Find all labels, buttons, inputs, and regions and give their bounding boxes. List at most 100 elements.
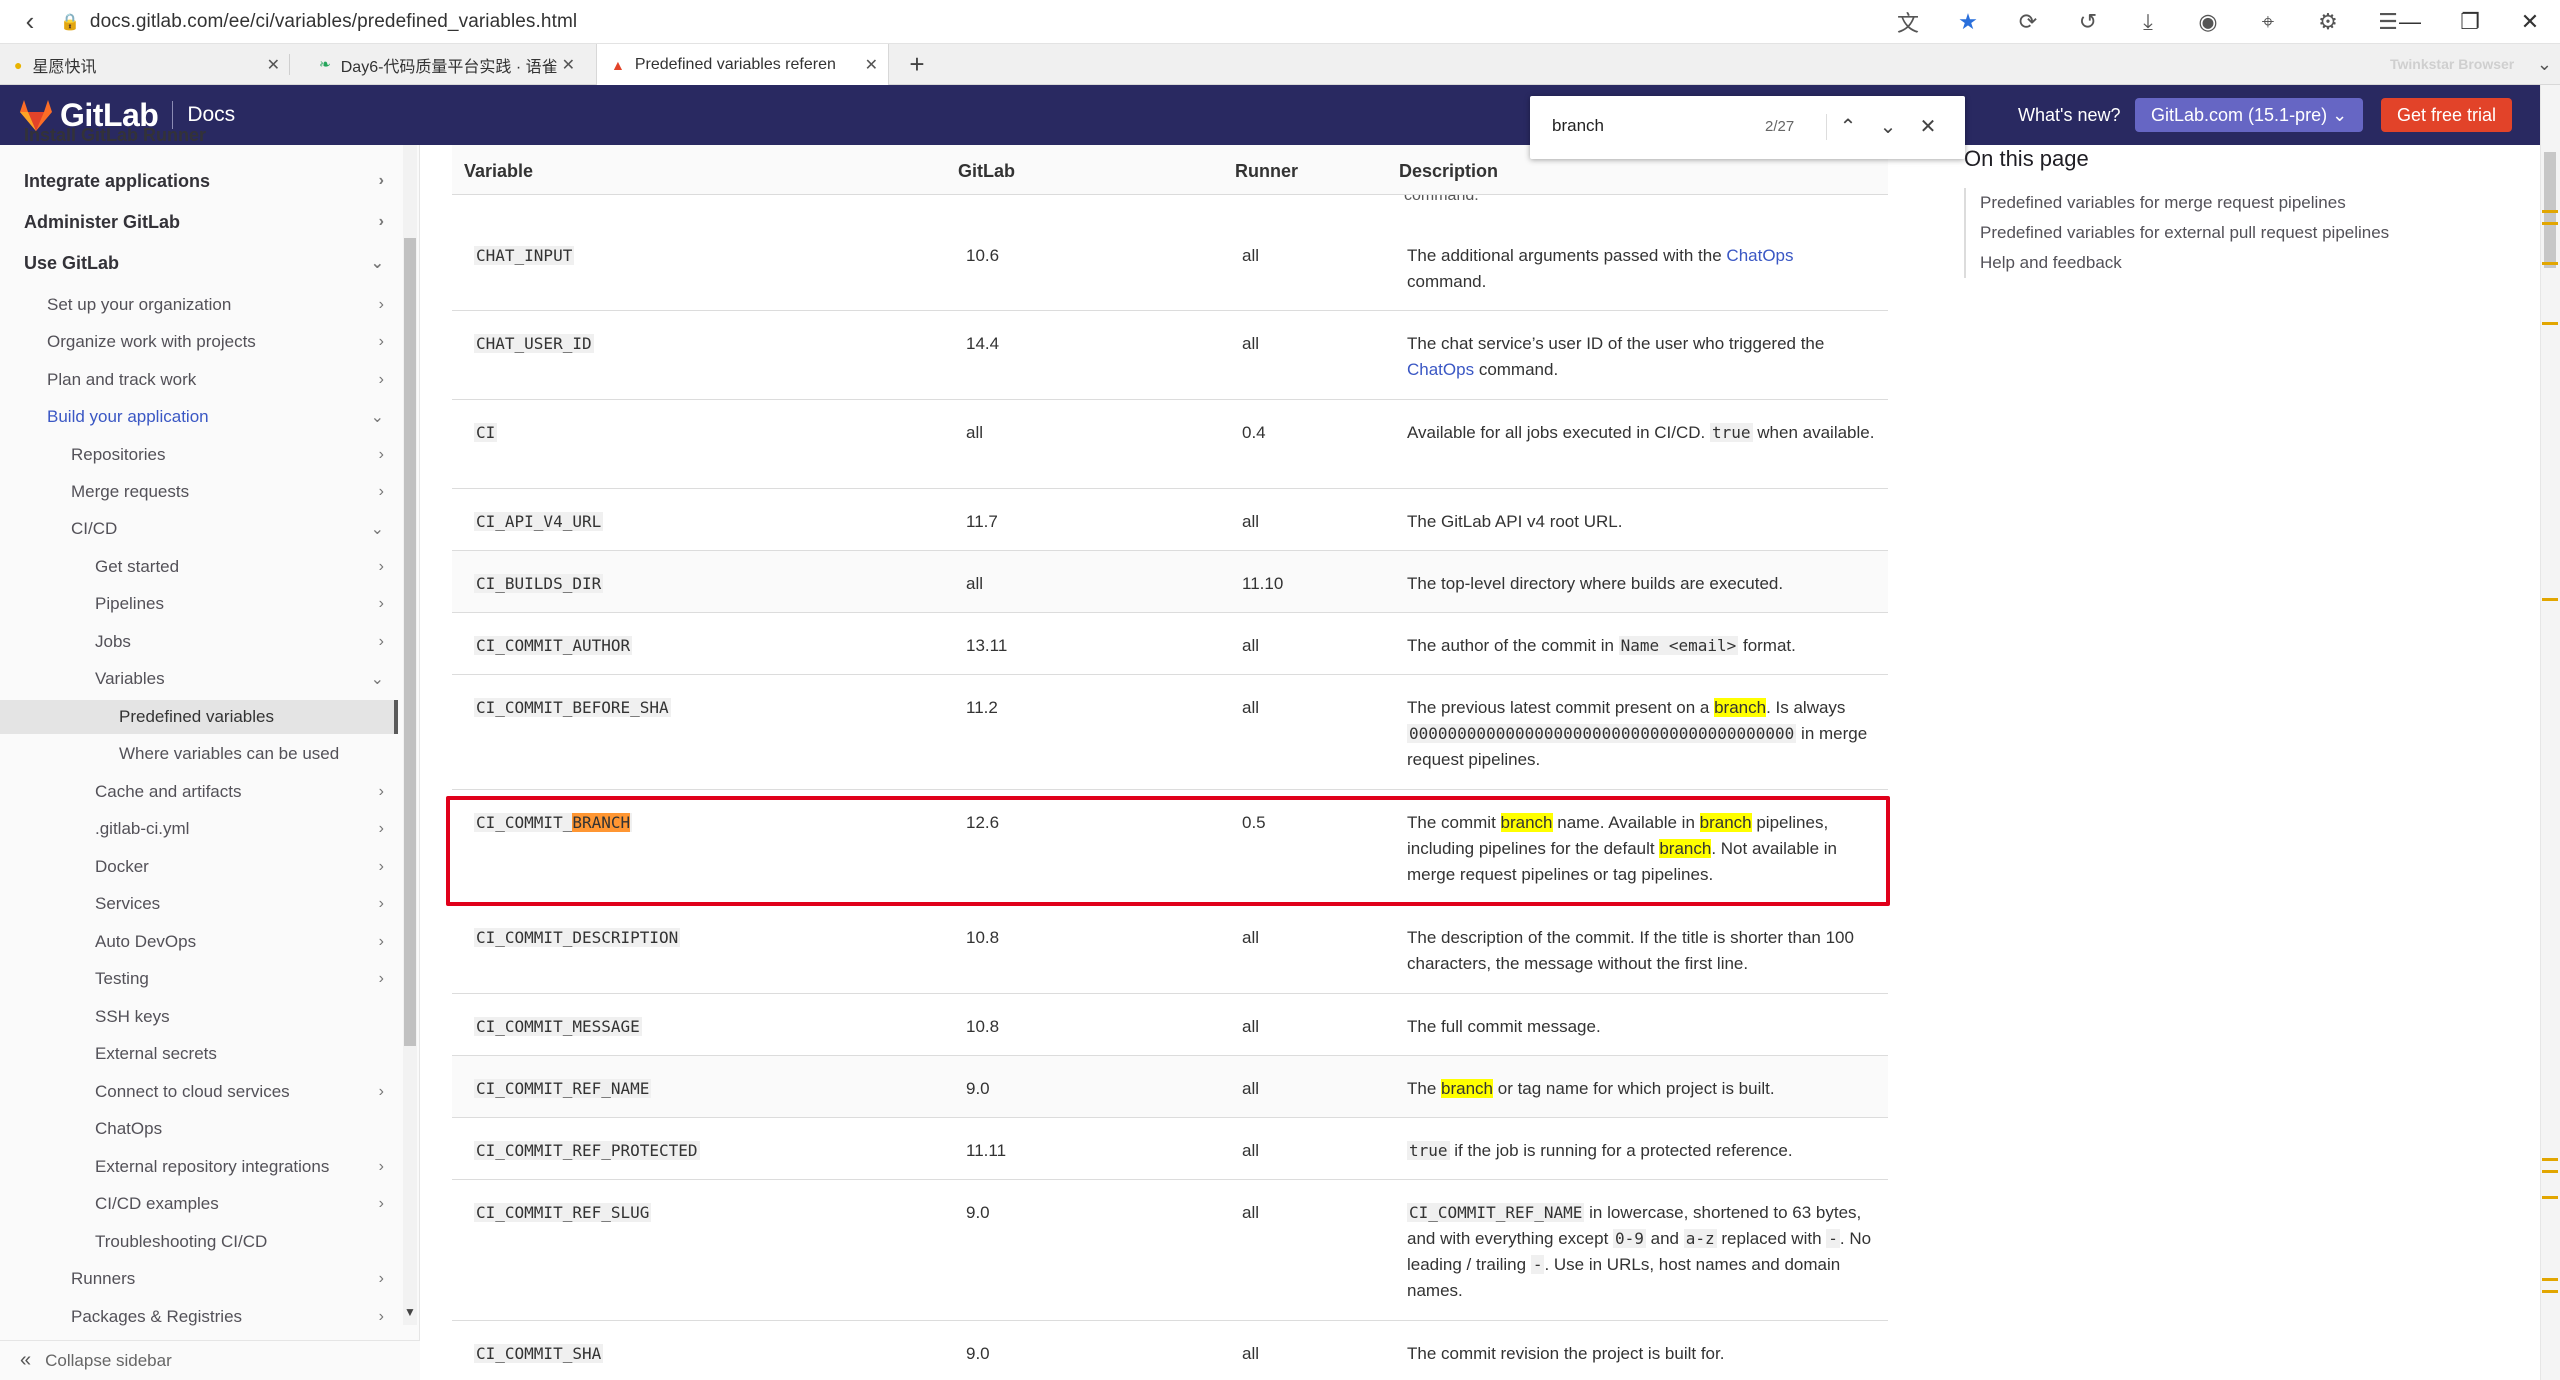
back-icon[interactable]: ‹ — [0, 6, 60, 37]
close-window-icon[interactable]: ✕ — [2500, 0, 2560, 44]
sidebar-item-where-variables-can-be-used[interactable]: Where variables can be used — [0, 737, 398, 771]
close-tab-icon[interactable]: ✕ — [267, 55, 280, 75]
new-tab-icon[interactable]: + — [900, 44, 934, 85]
sidebar-item-organize-work-with-projects[interactable]: Organize work with projects › — [0, 325, 398, 359]
close-tab-icon[interactable]: ✕ — [562, 55, 575, 75]
restore-icon[interactable]: ❐ — [2440, 0, 2500, 44]
crop-icon[interactable]: ⌖ — [2238, 9, 2298, 35]
chevron-right-icon[interactable]: › — [379, 172, 384, 190]
whats-new-link[interactable]: What's new? — [2018, 85, 2120, 145]
chevron-right-icon[interactable]: › — [379, 933, 384, 951]
sidebar-item-set-up-your-organization[interactable]: Set up your organization › — [0, 288, 398, 322]
chevron-right-icon[interactable]: › — [379, 333, 384, 351]
close-tab-icon[interactable]: ✕ — [865, 55, 878, 75]
chevron-right-icon[interactable]: › — [379, 820, 384, 838]
find-marker — [2542, 1278, 2558, 1281]
url-text[interactable]: docs.gitlab.com/ee/ci/variables/predefin… — [90, 11, 577, 33]
sidebar-item-gitlab-ci-yml[interactable]: .gitlab-ci.yml › — [0, 812, 398, 846]
bookmark-star-icon[interactable]: ★ — [1938, 9, 1998, 35]
sidebar-item-services[interactable]: Services › — [0, 887, 398, 921]
find-next-icon[interactable]: ⌄ — [1873, 110, 1903, 144]
chevron-right-icon[interactable]: › — [379, 970, 384, 988]
gitlab-tanuki-icon[interactable] — [18, 98, 54, 132]
refresh-icon[interactable]: ⟳ — [1998, 9, 2058, 35]
sidebar-item-ci-cd[interactable]: CI/CD ⌄ — [0, 512, 398, 546]
sidebar-item-runners[interactable]: Runners › — [0, 1262, 398, 1296]
sidebar-item-merge-requests[interactable]: Merge requests › — [0, 475, 398, 509]
page-scrollbar[interactable] — [2540, 85, 2560, 1380]
find-input[interactable]: branch — [1552, 116, 1604, 136]
sidebar-item-auto-devops[interactable]: Auto DevOps › — [0, 925, 398, 959]
sidebar-item-plan-and-track-work[interactable]: Plan and track work › — [0, 363, 398, 397]
undo-icon[interactable]: ↺ — [2058, 9, 2118, 35]
sidebar-item-cache-and-artifacts[interactable]: Cache and artifacts › — [0, 775, 398, 809]
sidebar-item-connect-to-cloud-services[interactable]: Connect to cloud services › — [0, 1075, 398, 1109]
chevron-down-icon[interactable]: ⌄ — [371, 407, 384, 427]
chevron-right-icon[interactable]: › — [379, 633, 384, 651]
otp-link-external-pr[interactable]: Predefined variables for external pull r… — [1966, 218, 2389, 248]
otp-link-help[interactable]: Help and feedback — [1966, 248, 2389, 278]
chevron-down-icon[interactable]: ⌄ — [371, 669, 384, 689]
collapse-sidebar-button[interactable]: « Collapse sidebar — [0, 1340, 420, 1380]
sidebar-item-ssh-keys[interactable]: SSH keys — [0, 1000, 398, 1034]
chevron-right-icon[interactable]: › — [379, 213, 384, 231]
sidebar-item-jobs[interactable]: Jobs › — [0, 625, 398, 659]
description-text: and — [1645, 1229, 1684, 1248]
chevron-right-icon[interactable]: › — [379, 446, 384, 464]
chevron-right-icon[interactable]: › — [379, 858, 384, 876]
download-icon[interactable]: ⤓ — [2118, 9, 2178, 35]
sidebar-item-variables[interactable]: Variables ⌄ — [0, 662, 398, 696]
otp-link-merge-request[interactable]: Predefined variables for merge request p… — [1966, 188, 2389, 218]
chevron-right-icon[interactable]: › — [379, 595, 384, 613]
find-prev-icon[interactable]: ⌃ — [1833, 110, 1863, 144]
chevron-right-icon[interactable]: › — [379, 1270, 384, 1288]
profile-icon[interactable]: ◉ — [2178, 9, 2238, 35]
chevron-right-icon[interactable]: › — [379, 1195, 384, 1213]
version-dropdown[interactable]: GitLab.com (15.1-pre) ⌄ — [2135, 98, 2364, 132]
chevron-right-icon[interactable]: › — [379, 558, 384, 576]
scroll-down-arrow-icon[interactable]: ▼ — [403, 1305, 417, 1319]
sidebar-item-docker[interactable]: Docker › — [0, 850, 398, 884]
sidebar-item-repositories[interactable]: Repositories › — [0, 438, 398, 472]
sidebar-scroll-thumb[interactable] — [404, 238, 416, 1046]
sidebar-item-testing[interactable]: Testing › — [0, 962, 398, 996]
find-close-icon[interactable]: ✕ — [1913, 110, 1943, 144]
tab-1[interactable]: ● 星愿快讯 ✕ — [0, 44, 290, 85]
sidebar-item-ci-cd-examples[interactable]: CI/CD examples › — [0, 1187, 398, 1221]
docs-label[interactable]: Docs — [187, 103, 235, 127]
extensions-icon[interactable]: ⚙ — [2298, 9, 2358, 35]
runner-version: 11.10 — [1242, 574, 1284, 593]
sidebar-item-packages-registries[interactable]: Packages & Registries › — [0, 1300, 398, 1334]
chevron-right-icon[interactable]: › — [379, 783, 384, 801]
tab-3-active[interactable]: ▲ Predefined variables referen ✕ — [596, 44, 889, 85]
sidebar-item-troubleshooting-ci-cd[interactable]: Troubleshooting CI/CD — [0, 1225, 398, 1259]
minimize-icon[interactable]: — — [2380, 0, 2440, 44]
chevron-right-icon[interactable]: › — [379, 1308, 384, 1326]
chevron-right-icon[interactable]: › — [379, 483, 384, 501]
chevron-right-icon[interactable]: › — [379, 895, 384, 913]
sidebar-item-external-secrets[interactable]: External secrets — [0, 1037, 398, 1071]
chatops-link[interactable]: ChatOps — [1726, 246, 1793, 265]
sidebar-item-build-your-application[interactable]: Build your application ⌄ — [0, 400, 398, 434]
chevron-right-icon[interactable]: › — [379, 1158, 384, 1176]
sidebar-item-chatops[interactable]: ChatOps — [0, 1112, 398, 1146]
description: The previous latest commit present on a … — [1407, 695, 1877, 773]
sidebar-item-use-gitlab[interactable]: Use GitLab ⌄ — [0, 246, 398, 280]
sidebar-item-install-gitlab-runner[interactable]: Install GitLab Runner — [0, 128, 398, 146]
sidebar-item-predefined-variables[interactable]: Predefined variables — [0, 700, 398, 734]
chevron-right-icon[interactable]: › — [379, 296, 384, 314]
sidebar-item-get-started[interactable]: Get started › — [0, 550, 398, 584]
free-trial-button[interactable]: Get free trial — [2381, 98, 2513, 132]
tab-list-chevron-icon[interactable]: ⌄ — [2537, 44, 2552, 85]
chevron-down-icon[interactable]: ⌄ — [371, 253, 384, 273]
translate-icon[interactable]: 文 — [1878, 6, 1938, 38]
sidebar-item-pipelines[interactable]: Pipelines › — [0, 587, 398, 621]
sidebar-item-administer-gitlab[interactable]: Administer GitLab › — [0, 205, 398, 239]
chevron-down-icon[interactable]: ⌄ — [371, 519, 384, 539]
sidebar-item-external-repository-integrations[interactable]: External repository integrations › — [0, 1150, 398, 1184]
tab-2[interactable]: ❧ Day6-代码质量平台实践 · 语雀 ✕ — [305, 44, 585, 85]
chatops-link[interactable]: ChatOps — [1407, 360, 1474, 379]
chevron-right-icon[interactable]: › — [379, 1083, 384, 1101]
sidebar-item-integrate-applications[interactable]: Integrate applications › — [0, 164, 398, 198]
chevron-right-icon[interactable]: › — [379, 371, 384, 389]
